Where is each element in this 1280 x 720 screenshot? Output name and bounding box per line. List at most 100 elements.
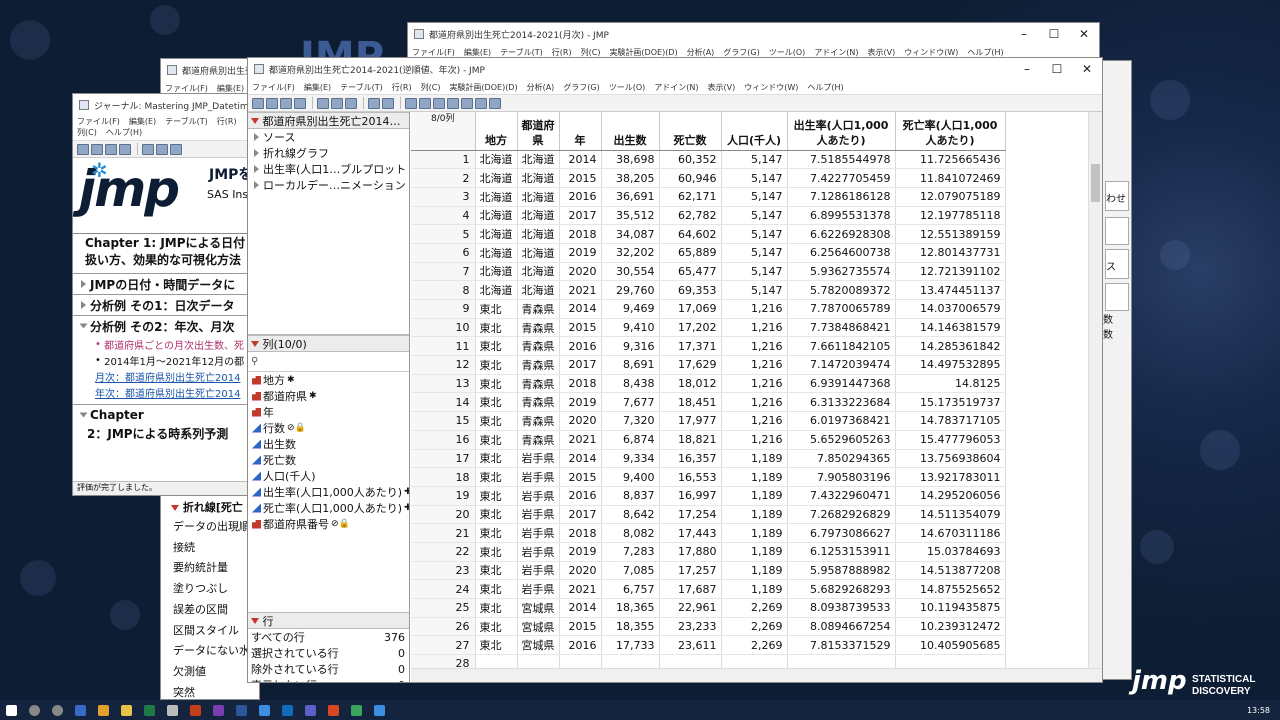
table-cell[interactable]: 2014	[559, 598, 602, 618]
table-cell[interactable]: 17,880	[659, 542, 722, 562]
menu-item[interactable]: 実験計画(DOE)(D)	[609, 47, 677, 58]
table-cell[interactable]: 8,438	[601, 374, 660, 394]
table-cell[interactable]: 5,147	[721, 262, 788, 282]
table-cell[interactable]: 17,371	[659, 336, 722, 357]
table-row[interactable]: 2 北海道 北海道 2015 38,205 60,946 5,147 7.4227705459…	[411, 168, 1006, 188]
table-cell[interactable]: 14.497532895	[895, 355, 1006, 375]
table-row[interactable]: 20 東北 岩手県 2017 8,642 17,254 1,189 7.2682926829 1…	[411, 505, 1006, 525]
maximize-icon[interactable]: ☐	[1039, 27, 1069, 41]
journal-section-1[interactable]: JMPの日付・時間データに	[73, 273, 249, 294]
table-cell[interactable]: 7.4227705459	[787, 168, 896, 188]
side-button-1[interactable]: わせ	[1105, 181, 1129, 211]
collapse-icon[interactable]	[79, 412, 88, 418]
collapse-icon[interactable]	[79, 323, 88, 329]
table-cell[interactable]: 60,352	[659, 150, 722, 170]
table-cell[interactable]: 17,254	[659, 505, 722, 525]
table-cell[interactable]: 東北	[475, 467, 518, 487]
menu-item[interactable]: アドイン(N)	[654, 82, 698, 93]
table-row[interactable]: 4 北海道 北海道 2017 35,512 62,782 5,147 6.8995531378…	[411, 206, 1006, 226]
table-cell[interactable]: 2017	[559, 355, 602, 375]
table-row[interactable]: 17 東北 岩手県 2014 9,334 16,357 1,189 7.850294365 13…	[411, 449, 1006, 469]
sort-icon[interactable]	[447, 97, 459, 109]
chapter2-section[interactable]: Chapter	[73, 404, 249, 425]
tool-icon[interactable]	[119, 143, 131, 155]
table-cell[interactable]: 東北	[475, 598, 518, 618]
table-cell[interactable]: 2014	[559, 150, 602, 170]
table-cell[interactable]: 32,202	[601, 243, 660, 263]
report-menu-item[interactable]: 接続	[173, 538, 250, 559]
report-menu-item[interactable]: データの出現順	[173, 517, 250, 538]
table-cell[interactable]: 東北	[475, 449, 518, 469]
table-cell[interactable]: 6.1253153911	[787, 542, 896, 562]
table-corner[interactable]: 8/0列	[411, 112, 476, 151]
row-number[interactable]: 15	[411, 411, 476, 431]
table-cell[interactable]: 5.6529605263	[787, 430, 896, 450]
table-cell[interactable]: 5,147	[721, 187, 788, 207]
column-item[interactable]: 死亡数	[248, 452, 409, 468]
table-cell[interactable]: 38,698	[601, 150, 660, 170]
table-cell[interactable]: 14.875525652	[895, 579, 1006, 599]
table-cell[interactable]: 青森県	[517, 392, 560, 413]
menu-item[interactable]: 実験計画(DOE)(D)	[449, 82, 517, 93]
red-triangle-icon[interactable]	[251, 340, 259, 347]
menu-item[interactable]: ヘルプ(H)	[807, 82, 843, 93]
powerpoint-icon[interactable]	[190, 704, 201, 716]
table-cell[interactable]: 2019	[559, 542, 602, 562]
column-item[interactable]: 出生率(人口1,000人あたり)✚	[248, 484, 409, 500]
side-button-empty-2[interactable]	[1105, 283, 1129, 311]
table-cell[interactable]: 2016	[559, 187, 602, 207]
table-cell[interactable]: 北海道	[475, 206, 518, 226]
row-number[interactable]: 16	[411, 430, 476, 450]
table-cell[interactable]: 5.6829268293	[787, 579, 896, 599]
menu-item[interactable]: グラフ(G)	[563, 82, 599, 93]
copy-icon[interactable]	[331, 97, 343, 109]
chrome-icon[interactable]	[98, 704, 109, 716]
table-cell[interactable]: 60,946	[659, 168, 722, 188]
paste-icon[interactable]	[170, 143, 182, 155]
table-cell[interactable]: 1,216	[721, 355, 788, 375]
table-cell[interactable]: 10.239312472	[895, 617, 1006, 637]
menu-item[interactable]: 分析(A)	[527, 82, 555, 93]
table-cell[interactable]: 1,216	[721, 430, 788, 450]
open-icon[interactable]	[280, 97, 292, 109]
word-icon[interactable]	[236, 704, 247, 716]
menu-item[interactable]: ヘルプ(H)	[967, 47, 1003, 58]
table-cell[interactable]: 東北	[475, 336, 518, 357]
column-header[interactable]: 死亡率(人口1,000人あたり)	[895, 112, 1006, 151]
table-cell[interactable]: 62,782	[659, 206, 722, 226]
report-menu-item[interactable]: 塗りつぶし	[173, 579, 250, 600]
menu-item[interactable]: ファイル(F)	[412, 47, 455, 58]
subset-icon[interactable]	[419, 97, 431, 109]
table-cell[interactable]: 東北	[475, 635, 518, 656]
table-cell[interactable]: 2,269	[721, 635, 788, 656]
minimize-icon[interactable]: –	[1012, 62, 1042, 76]
table-cell[interactable]: 東北	[475, 523, 518, 543]
row-number[interactable]: 13	[411, 374, 476, 394]
table-cell[interactable]: 2018	[559, 224, 602, 244]
run-script-icon[interactable]	[254, 133, 259, 141]
maximize-icon[interactable]: ☐	[1042, 62, 1072, 76]
table-cell[interactable]: 15.173519737	[895, 392, 1006, 413]
table-cell[interactable]: 14.037006579	[895, 299, 1006, 319]
table-cell[interactable]: 6.0197368421	[787, 411, 896, 431]
table-cell[interactable]: 2017	[559, 505, 602, 525]
table-cell[interactable]: 青森県	[517, 430, 560, 450]
data-grid[interactable]: 8/0列 地方 都道府県年出生数 死亡数 人口(千人) 出生率(人口1,000人あたり) 死…	[411, 112, 1102, 682]
table-cell[interactable]: 東北	[475, 486, 518, 506]
table-cell[interactable]: 2018	[559, 374, 602, 394]
row-number[interactable]: 22	[411, 542, 476, 562]
table-cell[interactable]: 13.756938604	[895, 449, 1006, 469]
table-cell[interactable]: 2020	[559, 411, 602, 431]
table-cell[interactable]: 青森県	[517, 374, 560, 394]
table-cell[interactable]: 東北	[475, 430, 518, 450]
table-cell[interactable]: 東北	[475, 505, 518, 525]
table-cell[interactable]: 18,451	[659, 392, 722, 413]
app-icon[interactable]	[167, 704, 178, 716]
table-row[interactable]: 26 東北 宮城県 2015 18,355 23,233 2,269 8.0894667254…	[411, 617, 1006, 637]
row-number[interactable]: 14	[411, 392, 476, 413]
row-number[interactable]: 27	[411, 635, 476, 656]
table-cell[interactable]: 22,961	[659, 598, 722, 618]
minimize-icon[interactable]: –	[1009, 27, 1039, 41]
journal-titlebar[interactable]: ジャーナル: Mastering JMP_Datetime - JMP	[73, 94, 249, 116]
column-item[interactable]: 死亡率(人口1,000人あたり)✚	[248, 500, 409, 516]
